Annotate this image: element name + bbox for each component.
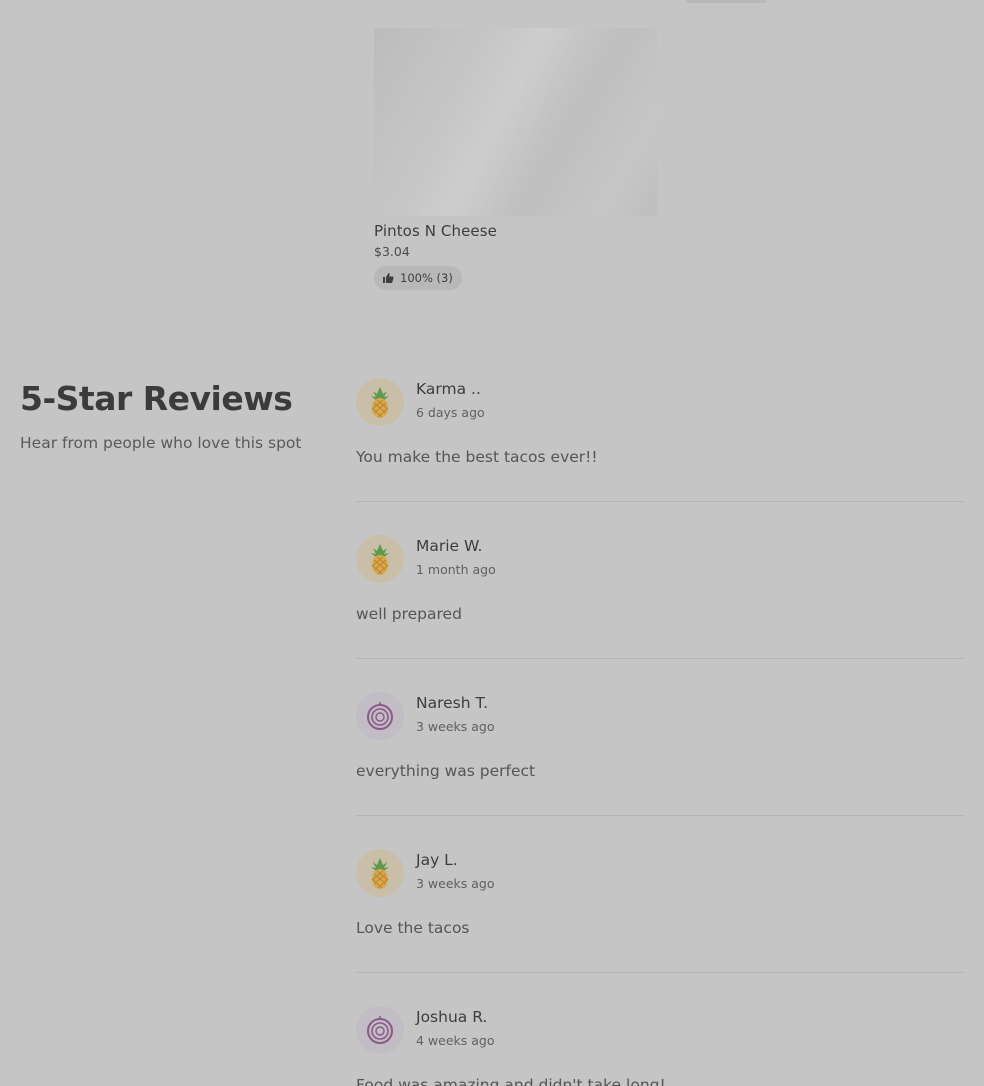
review-time: 6 days ago	[416, 405, 485, 420]
avatar	[356, 1006, 404, 1054]
review-time: 3 weeks ago	[416, 719, 495, 734]
store-page: Pintos N Cheese $3.04 100% (3) 5-Star Re…	[0, 0, 984, 1086]
review-text: Food was amazing and didn't take long!	[356, 1076, 666, 1086]
review-text: well prepared	[356, 605, 462, 623]
review-text: Love the tacos	[356, 919, 470, 937]
reviews-title: 5-Star Reviews	[20, 379, 293, 418]
avatar	[356, 849, 404, 897]
pineapple-icon	[371, 544, 389, 575]
cut-off-element	[686, 0, 766, 3]
pineapple-icon	[371, 858, 389, 889]
rating-text: 100% (3)	[400, 271, 453, 285]
avatar	[356, 378, 404, 426]
reviews-list: Karma .. 6 days ago You make the best ta…	[356, 378, 964, 1086]
reviews-subtitle: Hear from people who love this spot	[20, 434, 302, 452]
reviewer-name: Jay L.	[416, 851, 458, 869]
reviewer-name: Karma ..	[416, 380, 481, 398]
thumbs-up-icon	[383, 273, 394, 283]
review-text: You make the best tacos ever!!	[356, 448, 598, 466]
reviewer-name: Naresh T.	[416, 694, 489, 712]
review-item: Karma .. 6 days ago You make the best ta…	[356, 378, 964, 502]
avatar	[356, 692, 404, 740]
review-item: Jay L. 3 weeks ago Love the tacos	[356, 816, 964, 973]
menu-item-price: $3.04	[374, 244, 410, 259]
onion-icon	[367, 702, 393, 730]
review-time: 4 weeks ago	[416, 1033, 495, 1048]
reviewer-name: Joshua R.	[416, 1008, 488, 1026]
review-item: Marie W. 1 month ago well prepared	[356, 502, 964, 659]
reviewer-name: Marie W.	[416, 537, 483, 555]
menu-item-card[interactable]: Pintos N Cheese $3.04 100% (3)	[374, 28, 657, 290]
pineapple-icon	[371, 387, 389, 418]
menu-item-rating-badge: 100% (3)	[374, 266, 462, 290]
review-item: Naresh T. 3 weeks ago everything was per…	[356, 659, 964, 816]
review-time: 1 month ago	[416, 562, 496, 577]
review-item: Joshua R. 4 weeks ago Food was amazing a…	[356, 973, 964, 1086]
onion-icon	[367, 1016, 393, 1044]
menu-item-name: Pintos N Cheese	[374, 222, 498, 240]
avatar	[356, 535, 404, 583]
review-text: everything was perfect	[356, 762, 536, 780]
menu-item-image[interactable]	[374, 28, 657, 216]
reviews-header: 5-Star Reviews Hear from people who love…	[20, 376, 340, 453]
review-time: 3 weeks ago	[416, 876, 495, 891]
